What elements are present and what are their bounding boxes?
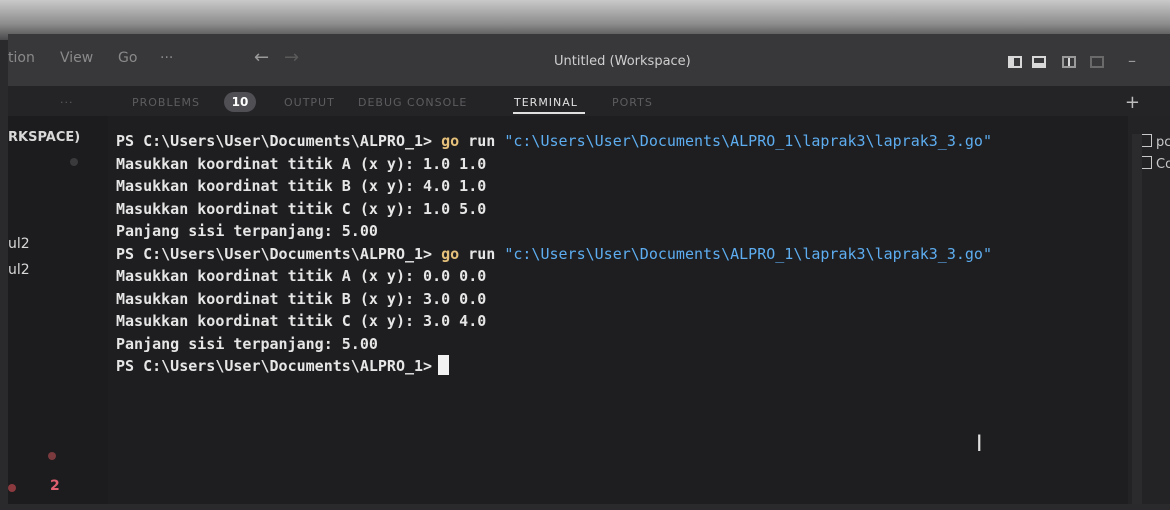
terminal-list-label: Co [1156, 157, 1170, 172]
terminal-prompt-line[interactable]: PS C:\Users\User\Documents\ALPRO_1> [116, 355, 1116, 378]
tab-ports[interactable]: PORTS [612, 96, 653, 109]
terminal-prompt: PS C:\Users\User\Documents\ALPRO_1> [116, 357, 433, 375]
new-terminal-button[interactable]: + [1125, 92, 1140, 113]
minimize-button[interactable]: – [1128, 51, 1136, 70]
toggle-panel-icon[interactable] [1032, 56, 1046, 68]
terminal-output-line: Masukkan koordinat titik A (x y): 1.0 1.… [116, 154, 487, 173]
window-title: Untitled (Workspace) [554, 54, 691, 69]
forward-arrow-icon[interactable]: → [284, 47, 299, 68]
terminal-output-line: Masukkan koordinat titik C (x y): 1.0 5.… [116, 199, 487, 218]
terminal-prompt: PS C:\Users\User\Documents\ALPRO_1> [116, 132, 433, 150]
terminal-output[interactable]: PS C:\Users\User\Documents\ALPRO_1> go r… [116, 130, 1116, 500]
menu-more[interactable]: ··· [160, 50, 173, 66]
status-dot [70, 158, 78, 166]
command-verb: run [468, 132, 496, 150]
terminal-output-line: Panjang sisi terpanjang: 5.00 [116, 222, 378, 240]
terminal-prompt: PS C:\Users\User\Documents\ALPRO_1> [116, 244, 433, 263]
workspace-label: RKSPACE) [8, 130, 81, 145]
problems-count-badge: 10 [224, 92, 256, 112]
terminal-output-line: Panjang sisi terpanjang: 5.00 [116, 334, 378, 353]
toggle-secondary-sidebar-icon[interactable] [1062, 56, 1076, 68]
customize-layout-icon[interactable] [1090, 56, 1104, 68]
error-count: 2 [50, 478, 60, 494]
menu-go[interactable]: Go [118, 50, 137, 66]
terminal-command-line: PS C:\Users\User\Documents\ALPRO_1> go r… [116, 243, 1116, 266]
back-arrow-icon[interactable]: ← [254, 47, 269, 68]
menu-selection[interactable]: tion [8, 50, 35, 66]
modified-dot [48, 452, 56, 460]
panel-overflow-icon[interactable]: ··· [60, 96, 74, 109]
command-keyword: go [441, 132, 460, 150]
terminal-cursor [438, 355, 450, 375]
terminal-scrollbar[interactable] [1132, 134, 1142, 504]
vscode-window: tion View Go ··· ← → Untitled (Workspace… [8, 34, 1170, 504]
terminal-list-item[interactable]: Co [1138, 156, 1170, 172]
terminal-list-label: pc [1156, 135, 1170, 150]
command-keyword: go [441, 244, 460, 263]
terminal-output-line: Masukkan koordinat titik B (x y): 3.0 0.… [116, 289, 487, 308]
panel-tab-bar: ··· PROBLEMS OUTPUT DEBUG CONSOLE TERMIN… [8, 86, 1170, 116]
sidebar-item-ul2[interactable]: ul2 [8, 236, 30, 252]
sidebar-item-ul2-second[interactable]: ul2 [8, 262, 30, 278]
tab-problems[interactable]: PROBLEMS [132, 96, 200, 109]
terminal-list-item[interactable]: pc [1138, 134, 1170, 150]
terminal-output-line: Masukkan koordinat titik C (x y): 3.0 4.… [116, 312, 487, 330]
tab-terminal[interactable]: TERMINAL [514, 96, 578, 109]
terminal-command-line: PS C:\Users\User\Documents\ALPRO_1> go r… [116, 130, 1116, 153]
explorer-sidebar: RKSPACE) ul2 ul2 2 [8, 116, 108, 504]
active-tab-indicator [513, 112, 585, 114]
error-icon [8, 484, 16, 492]
menu-view[interactable]: View [60, 50, 93, 66]
terminal-output-line: Masukkan koordinat titik B (x y): 4.0 1.… [116, 177, 487, 195]
terminal-output-line: Masukkan koordinat titik A (x y): 0.0 0.… [116, 267, 487, 285]
text-cursor-icon: I [976, 432, 983, 457]
command-path: "c:\Users\User\Documents\ALPRO_1\laprak3… [504, 244, 992, 263]
toggle-sidebar-icon[interactable] [1008, 56, 1022, 68]
command-verb: run [468, 244, 496, 263]
title-bar: tion View Go ··· ← → Untitled (Workspace… [8, 34, 1170, 86]
command-path: "c:\Users\User\Documents\ALPRO_1\laprak3… [504, 132, 992, 150]
tab-output[interactable]: OUTPUT [284, 96, 335, 109]
tab-debug-console[interactable]: DEBUG CONSOLE [358, 96, 467, 109]
